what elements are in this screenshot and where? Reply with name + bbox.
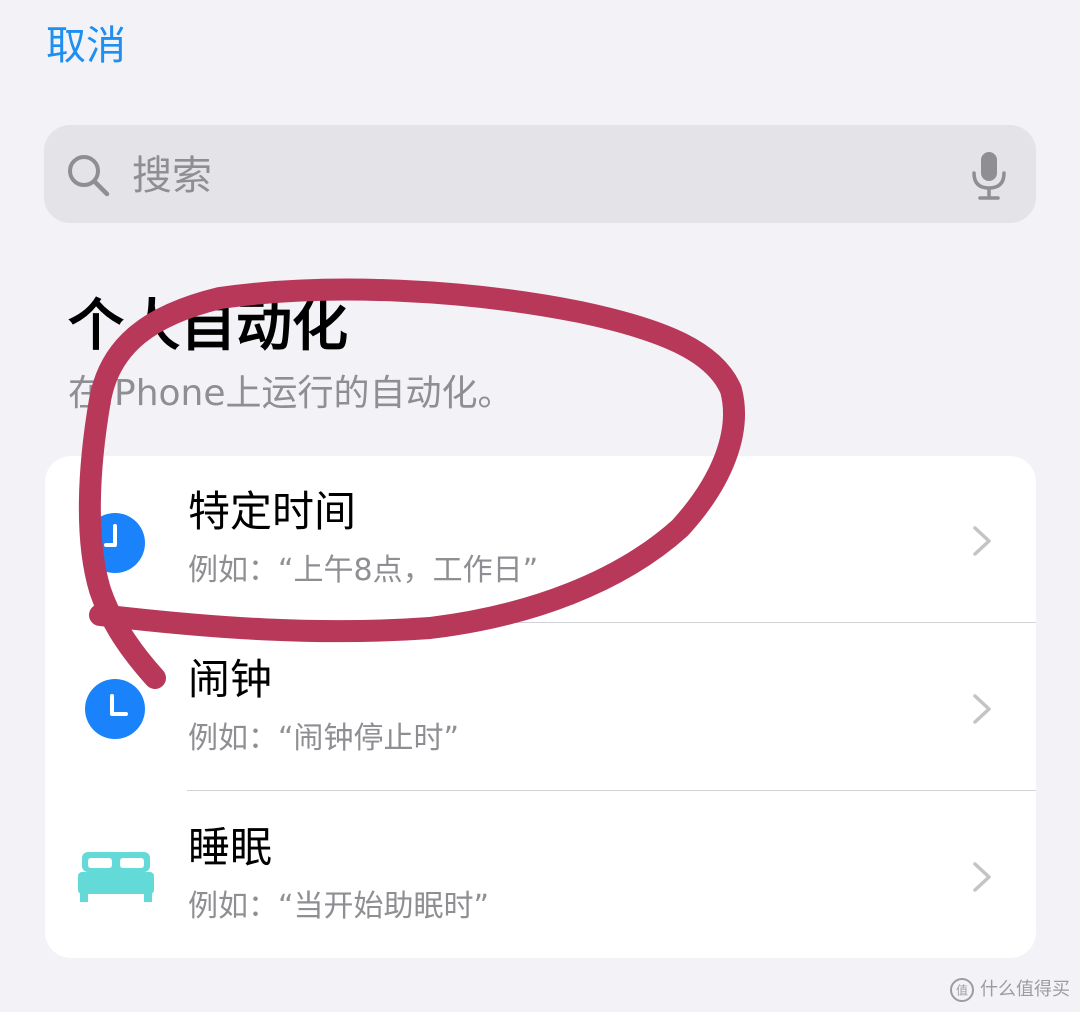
- chevron-right-icon: [973, 694, 991, 724]
- section-subtitle: 在iPhone上运行的自动化。: [68, 373, 514, 414]
- search-input[interactable]: 搜索: [132, 150, 212, 202]
- divider: [187, 622, 1036, 623]
- list-item-time-of-day[interactable]: 特定时间 例如：“上午8点，工作日”: [45, 456, 1036, 623]
- svg-text:值: 值: [956, 983, 968, 998]
- list-item-alarm[interactable]: 闹钟 例如：“闹钟停止时”: [45, 624, 1036, 791]
- section-title: 个人自动化: [68, 294, 348, 359]
- list-item-title: 闹钟: [188, 655, 273, 704]
- list-item-subtitle: 例如：“闹钟停止时”: [188, 721, 460, 756]
- list-item-subtitle: 例如：“当开始助眠时”: [188, 889, 490, 924]
- watermark-text: 什么值得买: [980, 979, 1070, 1000]
- smzdm-logo-icon: 值: [950, 978, 974, 1002]
- clock-icon: [85, 513, 145, 573]
- list-item-title: 特定时间: [188, 487, 357, 536]
- alarm-icon: [85, 679, 145, 739]
- chevron-right-icon: [973, 526, 991, 556]
- list-item-title: 睡眠: [188, 823, 273, 872]
- magnifyingglass-icon: [68, 155, 110, 197]
- list-item-sleep[interactable]: 睡眠 例如：“当开始助眠时”: [45, 792, 1036, 958]
- bed-icon: [78, 852, 154, 902]
- microphone-icon[interactable]: [970, 150, 1008, 202]
- list-item-subtitle: 例如：“上午8点，工作日”: [188, 553, 539, 588]
- cancel-button[interactable]: 取消: [46, 20, 126, 72]
- chevron-right-icon: [973, 862, 991, 892]
- trigger-list: 特定时间 例如：“上午8点，工作日” 闹钟 例如：“闹钟停止时” 睡眠 例如：“…: [45, 456, 1036, 958]
- watermark: 值 什么值得买: [950, 976, 1070, 1004]
- divider: [187, 790, 1036, 791]
